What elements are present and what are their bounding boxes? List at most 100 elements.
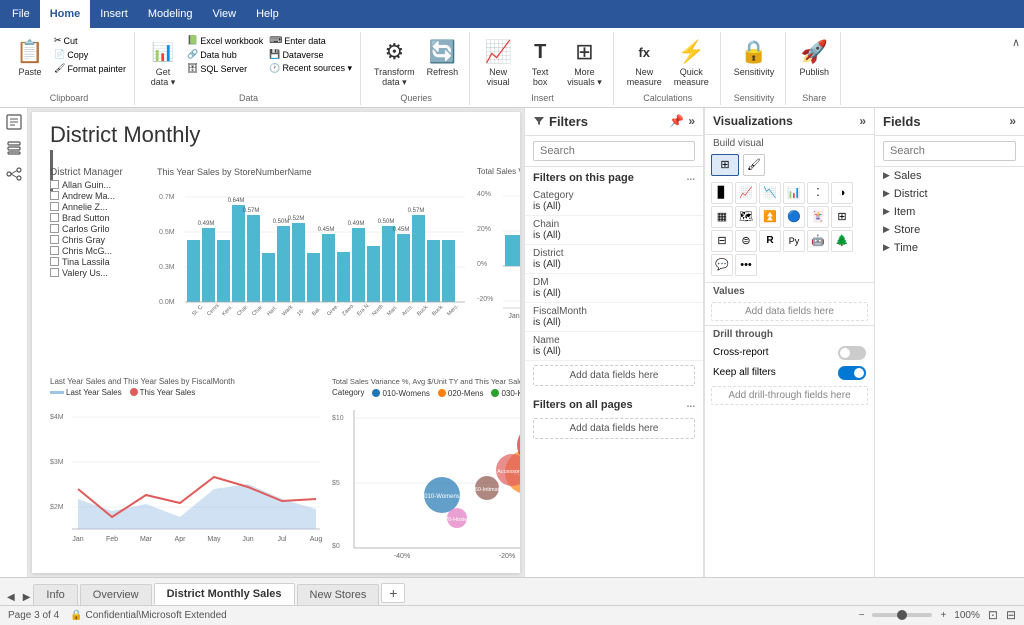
get-data-button[interactable]: 📊 Getdata ▾: [143, 34, 183, 91]
dm-checkbox-2[interactable]: [50, 202, 59, 211]
viz-btn-bar[interactable]: ▊: [711, 182, 733, 204]
dm-item-2[interactable]: Annelie Z...: [50, 202, 150, 212]
excel-workbook-button[interactable]: 📗Excel workbook: [185, 34, 265, 47]
viz-btn-map[interactable]: 🗺: [735, 206, 757, 228]
zoom-slider-track[interactable]: [872, 613, 932, 617]
filter-add-field-btn[interactable]: Add data fields here: [533, 365, 695, 386]
transform-data-button[interactable]: ⚙ Transformdata ▾: [369, 34, 420, 91]
filters-page-options[interactable]: ...: [687, 172, 695, 184]
sql-server-button[interactable]: 🗄SQL Server: [185, 62, 265, 75]
filter-district[interactable]: District is (All): [525, 245, 703, 274]
copy-button[interactable]: 📄Copy: [52, 48, 128, 61]
field-sales-expand-icon[interactable]: ▶: [883, 170, 890, 181]
viz-btn-matrix[interactable]: ⊟: [711, 230, 733, 252]
viz-expand-icon[interactable]: »: [859, 114, 866, 128]
viz-btn-card[interactable]: 🃏: [807, 206, 829, 228]
filters-expand-icon[interactable]: »: [688, 114, 695, 128]
tab-new-stores[interactable]: New Stores: [297, 584, 380, 605]
tab-add-button[interactable]: +: [381, 583, 405, 603]
viz-btn-gauge[interactable]: 🔵: [783, 206, 805, 228]
viz-btn-column[interactable]: 📊: [783, 182, 805, 204]
filter-dm[interactable]: DM is (All): [525, 274, 703, 303]
publish-button[interactable]: 🚀 Publish: [794, 34, 834, 81]
viz-btn-pie[interactable]: ◑: [831, 182, 853, 204]
dm-item-1[interactable]: Andrew Ma...: [50, 191, 150, 201]
filter-add-all-pages-btn[interactable]: Add data fields here: [533, 418, 695, 439]
field-store[interactable]: ▶ Store: [875, 221, 1024, 239]
field-item[interactable]: ▶ Item: [875, 203, 1024, 221]
field-time-expand-icon[interactable]: ▶: [883, 242, 890, 253]
fields-expand-icon[interactable]: »: [1009, 114, 1016, 128]
nav-data-icon[interactable]: [4, 138, 24, 158]
dm-checkbox-6[interactable]: [50, 246, 59, 255]
viz-btn-area[interactable]: 📉: [759, 182, 781, 204]
ribbon-collapse-button[interactable]: ∧: [1012, 36, 1020, 49]
dm-checkbox-5[interactable]: [50, 235, 59, 244]
viz-btn-scatter[interactable]: ⁚: [807, 182, 829, 204]
fit-width-button[interactable]: ⊟: [1006, 608, 1016, 622]
format-painter-button[interactable]: 🖌Format painter: [52, 62, 128, 75]
dm-checkbox-1[interactable]: [50, 191, 59, 200]
sensitivity-button[interactable]: 🔒 Sensitivity: [729, 34, 780, 81]
viz-btn-funnel[interactable]: ⏫: [759, 206, 781, 228]
dm-checkbox-8[interactable]: [50, 268, 59, 277]
viz-btn-treemap[interactable]: ▦: [711, 206, 733, 228]
tab-next-button[interactable]: ▶: [20, 592, 34, 603]
ribbon-tab-view[interactable]: View: [202, 0, 246, 28]
dm-item-6[interactable]: Chris McG...: [50, 246, 150, 256]
filter-category[interactable]: Category is (All): [525, 187, 703, 216]
viz-btn-table[interactable]: ⊞: [831, 206, 853, 228]
field-sales[interactable]: ▶ Sales: [875, 167, 1024, 185]
viz-btn-decomp[interactable]: 🌲: [831, 230, 853, 252]
viz-values-drop-area[interactable]: Add data fields here: [711, 302, 868, 321]
dm-item-5[interactable]: Chris Gray: [50, 235, 150, 245]
viz-btn-slicer[interactable]: ⊜: [735, 230, 757, 252]
nav-report-icon[interactable]: [4, 112, 24, 132]
viz-btn-qa[interactable]: 💬: [711, 254, 733, 276]
cut-button[interactable]: ✂Cut: [52, 34, 128, 47]
filter-search-input[interactable]: [533, 141, 695, 161]
viz-tab-format[interactable]: 🖌: [743, 154, 765, 176]
zoom-out-button[interactable]: −: [859, 610, 865, 621]
dm-item-4[interactable]: Carlos Grilo: [50, 224, 150, 234]
refresh-button[interactable]: 🔄 Refresh: [422, 34, 464, 81]
cross-report-toggle[interactable]: [838, 346, 866, 360]
filters-all-pages-options[interactable]: ...: [687, 399, 695, 411]
tab-overview[interactable]: Overview: [80, 584, 152, 605]
field-item-expand-icon[interactable]: ▶: [883, 206, 890, 217]
filter-name[interactable]: Name is (All): [525, 332, 703, 361]
tab-info[interactable]: Info: [33, 584, 77, 605]
text-box-button[interactable]: T Textbox: [520, 34, 560, 91]
viz-tab-build[interactable]: ⊞: [711, 154, 739, 176]
field-district[interactable]: ▶ District: [875, 185, 1024, 203]
new-visual-button[interactable]: 📈 Newvisual: [478, 34, 518, 91]
dm-item-0[interactable]: Allan Guin...: [50, 180, 150, 190]
filters-pin-icon[interactable]: 📌: [669, 114, 684, 128]
viz-btn-line[interactable]: 📈: [735, 182, 757, 204]
zoom-in-button[interactable]: +: [940, 610, 946, 621]
filter-fiscalmonth[interactable]: FiscalMonth is (All): [525, 303, 703, 332]
new-measure-button[interactable]: fx Newmeasure: [622, 34, 667, 91]
tab-prev-button[interactable]: ◀: [4, 592, 18, 603]
dm-checkbox-7[interactable]: [50, 257, 59, 266]
ribbon-tab-home[interactable]: Home: [40, 0, 91, 28]
field-district-expand-icon[interactable]: ▶: [883, 188, 890, 199]
ribbon-tab-insert[interactable]: Insert: [90, 0, 138, 28]
filter-chain[interactable]: Chain is (All): [525, 216, 703, 245]
tab-district-monthly[interactable]: District Monthly Sales: [154, 583, 295, 605]
nav-model-icon[interactable]: [4, 164, 24, 184]
viz-btn-python[interactable]: Py: [783, 230, 805, 252]
enter-data-button[interactable]: ⌨Enter data: [267, 34, 354, 47]
more-visuals-button[interactable]: ⊞ Morevisuals ▾: [562, 34, 607, 91]
dataverse-button[interactable]: 💾Dataverse: [267, 48, 354, 61]
viz-btn-ai[interactable]: 🤖: [807, 230, 829, 252]
fields-search-input[interactable]: [883, 141, 1016, 161]
ribbon-tab-file[interactable]: File: [2, 0, 40, 28]
dm-checkbox-0[interactable]: [50, 180, 59, 189]
recent-sources-button[interactable]: 🕐Recent sources ▾: [267, 62, 354, 75]
dm-checkbox-4[interactable]: [50, 224, 59, 233]
viz-drill-fields-area[interactable]: Add drill-through fields here: [711, 386, 868, 405]
dm-checkbox-3[interactable]: [50, 213, 59, 222]
data-hub-button[interactable]: 🔗Data hub: [185, 48, 265, 61]
ribbon-tab-help[interactable]: Help: [246, 0, 289, 28]
